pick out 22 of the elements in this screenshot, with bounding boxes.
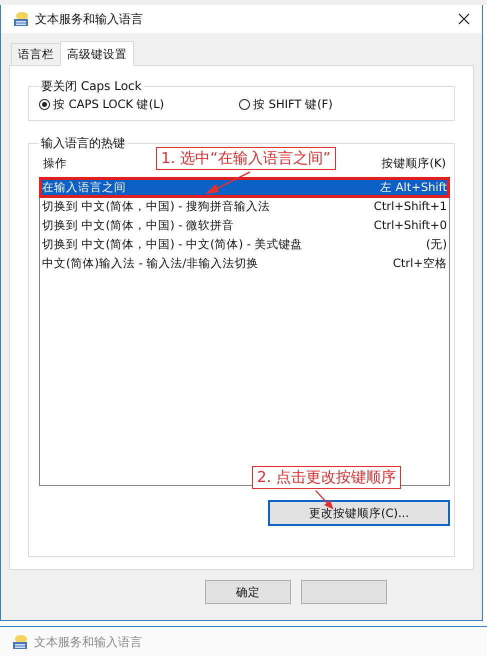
column-header: 操作 — [43, 156, 67, 171]
tab[interactable]: 语言栏 — [11, 43, 61, 65]
tab[interactable]: 高级键设置 — [60, 41, 134, 66]
keyboard-icon — [13, 11, 29, 27]
list-row[interactable]: 中文(简体)输入法 - 输入法/非输入法切换 Ctrl+空格 — [40, 254, 449, 273]
list-row[interactable]: 在输入语言之间 左 Alt+Shift — [40, 178, 449, 197]
list-row[interactable]: 切换到 中文(简体，中国) - 微软拼音 Ctrl+Shift+0 — [40, 216, 449, 235]
keyboard-icon — [12, 634, 28, 650]
dialog-button[interactable]: 确定 — [205, 580, 291, 604]
radio-option[interactable]: 按 SHIFT 键(F) — [239, 97, 439, 112]
list-row[interactable]: 切换到 中文(简体，中国) - 中文(简体) - 美式键盘 (无) — [40, 235, 449, 254]
window-title: 文本服务和输入语言 — [35, 10, 144, 28]
group-title: 输入语言的热键 — [40, 135, 126, 152]
column-header: 按键顺序(K) — [381, 156, 446, 171]
change-key-sequence-button[interactable]: 更改按键顺序(C)... — [268, 500, 450, 526]
list-row[interactable]: 切换到 中文(简体，中国) - 搜狗拼音输入法 Ctrl+Shift+1 — [40, 197, 449, 216]
annotation-callout: 1. 选中“在输入语言之间” — [156, 147, 336, 170]
annotation-callout: 2. 点击更改按键顺序 — [252, 466, 402, 489]
radio-option[interactable]: 按 CAPS LOCK 键(L) — [39, 97, 239, 112]
window-title: 文本服务和输入语言 — [34, 634, 142, 650]
group-title: 要关闭 Caps Lock — [40, 78, 143, 95]
close-icon[interactable] — [458, 13, 470, 25]
